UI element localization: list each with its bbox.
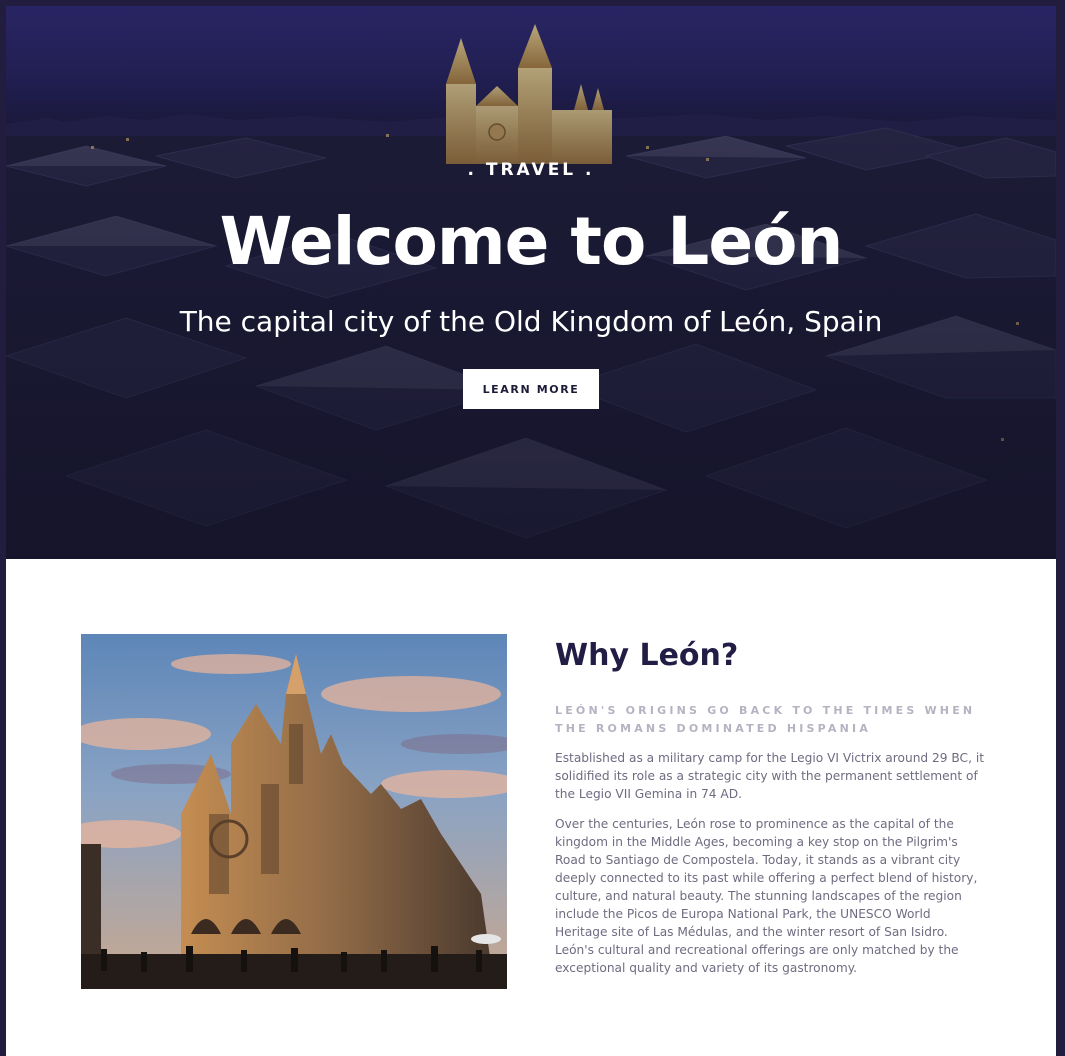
why-leon-paragraph-1: Established as a military camp for the L… xyxy=(555,751,984,801)
learn-more-button[interactable]: LEARN MORE xyxy=(463,369,599,409)
hero-eyebrow: . TRAVEL . xyxy=(467,160,595,180)
why-leon-heading: Why León? xyxy=(555,638,739,673)
why-leon-paragraph-2: Over the centuries, León rose to promine… xyxy=(555,817,978,975)
why-leon-kicker: LEÓN'S ORIGINS GO BACK TO THE TIMES WHEN… xyxy=(555,704,976,735)
hero-subtitle: The capital city of the Old Kingdom of L… xyxy=(179,305,883,338)
hero-background-image xyxy=(6,6,1056,559)
page-frame: . TRAVEL . Welcome to León The capital c… xyxy=(6,6,1056,1056)
hero-title: Welcome to León xyxy=(219,203,844,280)
cathedral-photo xyxy=(81,634,507,989)
hero-section: . TRAVEL . Welcome to León The capital c… xyxy=(6,6,1056,559)
